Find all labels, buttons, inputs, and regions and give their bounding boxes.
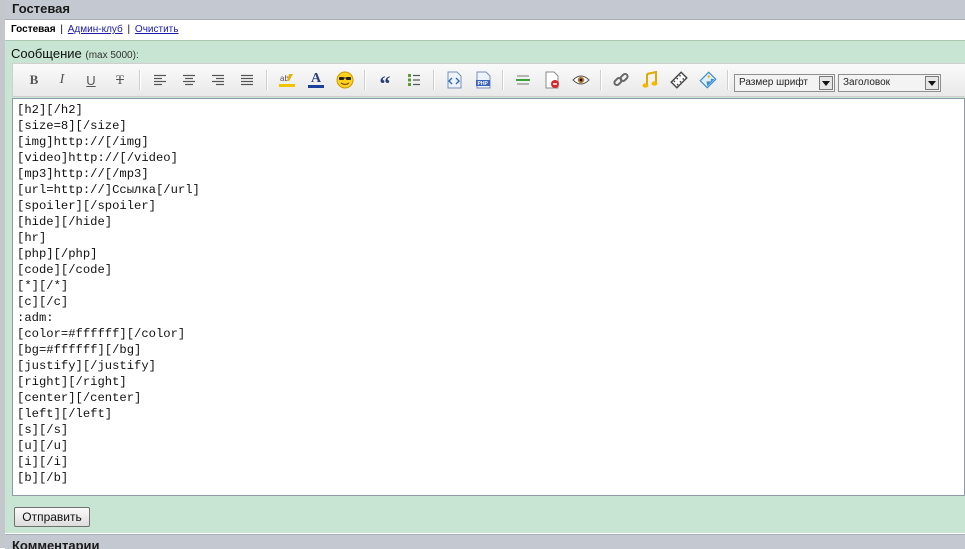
admin-club-link[interactable]: Админ-клуб <box>68 24 123 35</box>
music-note-icon <box>642 71 658 88</box>
heading-select-value: Заголовок <box>843 77 891 88</box>
align-right-icon <box>212 74 224 86</box>
quote-icon: “ <box>379 71 391 96</box>
horizontal-rule-button[interactable] <box>512 69 534 91</box>
underline-button[interactable]: U <box>80 69 102 91</box>
code-button[interactable] <box>443 69 465 91</box>
strikethrough-button[interactable]: T <box>109 69 131 91</box>
heading-select[interactable]: Заголовок <box>838 74 941 92</box>
font-color-bar <box>308 84 324 88</box>
comments-header: Комментарии <box>5 534 965 549</box>
chevron-down-icon <box>925 76 939 90</box>
nav-separator: | <box>127 24 131 35</box>
highlight-button[interactable]: ab <box>276 69 298 91</box>
bold-button[interactable]: B <box>23 69 45 91</box>
bbcode-toolbar: B I U T ab A “ PHP Размер шрифт Заголово… <box>12 63 965 97</box>
font-size-select[interactable]: Размер шрифт <box>734 74 835 92</box>
font-color-letter: A <box>310 70 322 86</box>
italic-icon: I <box>59 72 65 87</box>
breadcrumb: Гостевая | Админ-клуб | Очистить <box>11 24 178 35</box>
page-title: Гостевая <box>12 1 70 16</box>
hide-icon <box>545 71 559 89</box>
music-button[interactable] <box>639 69 661 91</box>
align-center-button[interactable] <box>178 69 200 91</box>
chevron-down-icon <box>819 76 833 90</box>
video-button[interactable] <box>668 69 690 91</box>
eye-icon <box>572 75 590 85</box>
page: Гостевая Гостевая | Админ-клуб | Очистит… <box>5 0 965 549</box>
comments-title: Комментарии <box>12 538 100 549</box>
toolbar-divider <box>433 70 435 90</box>
chain-link-icon <box>613 72 629 87</box>
php-icon-label: PHP <box>478 81 489 87</box>
hide-button[interactable] <box>541 69 563 91</box>
image-button[interactable] <box>697 69 719 91</box>
message-textarea[interactable]: [h2][/h2] [size=8][/size] [img]http://[/… <box>12 98 965 496</box>
toolbar-divider <box>266 70 268 90</box>
align-center-icon <box>183 74 195 86</box>
toolbar-divider <box>727 70 729 90</box>
align-right-button[interactable] <box>207 69 229 91</box>
strikethrough-icon: T <box>116 72 124 87</box>
font-size-select-value: Размер шрифт <box>739 77 808 88</box>
smiley-button[interactable] <box>334 69 356 91</box>
nav-current: Гостевая <box>11 24 56 35</box>
smiley-icon <box>336 71 354 89</box>
message-label: Сообщение <box>11 46 82 61</box>
toolbar-divider <box>364 70 366 90</box>
horizontal-rule-icon <box>516 75 530 85</box>
php-button[interactable]: PHP <box>472 69 494 91</box>
message-form: Сообщение (max 5000): B I U T ab A “ PHP… <box>5 40 965 533</box>
justify-icon <box>241 74 253 86</box>
clear-link[interactable]: Очистить <box>135 24 179 35</box>
italic-button[interactable]: I <box>51 69 73 91</box>
image-icon <box>699 71 717 89</box>
php-icon: PHP <box>476 71 491 89</box>
highlight-icon: ab <box>279 74 295 87</box>
code-icon <box>447 71 462 89</box>
list-icon <box>408 74 420 86</box>
link-button[interactable] <box>610 69 632 91</box>
font-color-button[interactable]: A <box>305 69 327 91</box>
message-textarea-content: [h2][/h2] [size=8][/size] [img]http://[/… <box>17 103 200 485</box>
toolbar-divider <box>139 70 141 90</box>
guestbook-header: Гостевая <box>5 0 965 20</box>
align-left-button[interactable] <box>149 69 171 91</box>
toolbar-divider <box>600 70 602 90</box>
align-left-icon <box>154 74 166 86</box>
quote-button[interactable]: “ <box>374 69 396 95</box>
list-button[interactable] <box>403 69 425 91</box>
font-color-icon: A <box>308 70 324 88</box>
film-icon <box>670 71 688 89</box>
nav-separator: | <box>60 24 63 35</box>
max-length-hint: (max 5000): <box>85 50 139 61</box>
underline-icon: U <box>86 72 96 88</box>
justify-button[interactable] <box>236 69 258 91</box>
submit-button[interactable]: Отправить <box>14 507 90 527</box>
form-title: Сообщение (max 5000): <box>11 46 139 61</box>
toolbar-divider <box>502 70 504 90</box>
spoiler-button[interactable] <box>570 69 592 91</box>
bold-icon: B <box>29 72 39 87</box>
